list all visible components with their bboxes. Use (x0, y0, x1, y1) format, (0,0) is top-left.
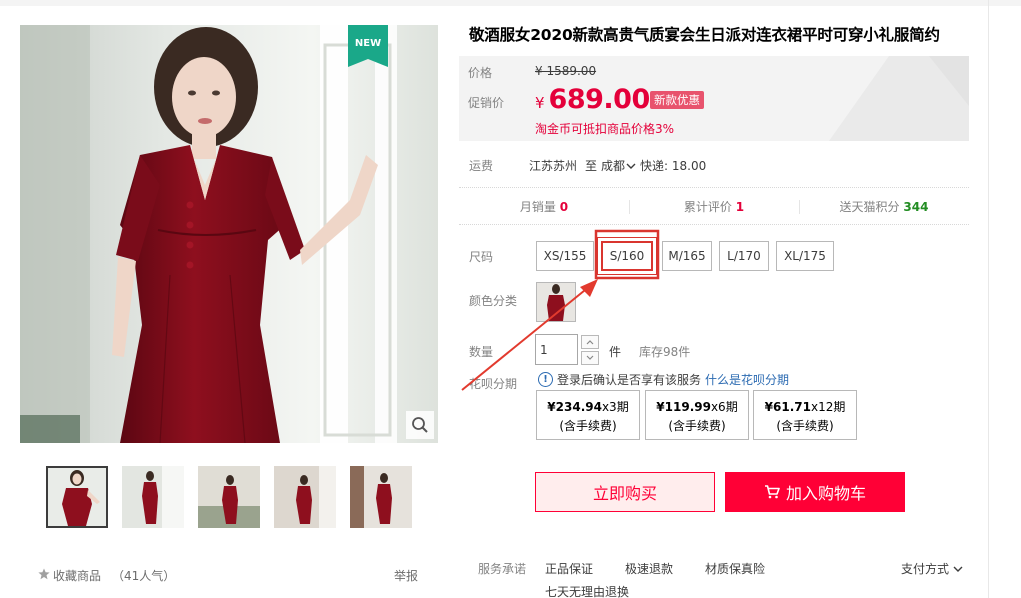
stat-monthly-sales: 月销量 0 (459, 198, 629, 215)
size-option-s[interactable]: S/160 (597, 237, 657, 275)
stat-reviews[interactable]: 累计评价 1 (629, 198, 799, 215)
thumbnail-4[interactable] (274, 466, 336, 528)
new-badge-text: NEW (355, 38, 381, 49)
plan-fee: (含手续费) (668, 419, 726, 433)
cart-icon (764, 485, 780, 499)
zoom-icon[interactable] (406, 411, 434, 439)
chevron-down-icon (953, 566, 963, 572)
up-arrow-icon[interactable] (581, 335, 599, 349)
stats-bar: 月销量 0 累计评价 1 送天猫积分 344 (459, 188, 969, 224)
divider (459, 224, 969, 225)
huabei-info-link[interactable]: 什么是花呗分期 (705, 371, 789, 388)
service-item[interactable]: 极速退款 (625, 560, 673, 577)
plan-amount: ¥61.71 (764, 400, 811, 414)
service-item[interactable]: 材质保真险 (705, 560, 765, 577)
down-arrow-icon[interactable] (581, 351, 599, 365)
huabei-label: 花呗分期 (469, 377, 518, 391)
payment-methods[interactable]: 支付方式 (901, 560, 963, 577)
size-option-l[interactable]: L/170 (719, 241, 769, 271)
product-title: 敬酒服女2020新款高贵气质宴会生日派对连衣裙平时可穿小礼服简约 (469, 26, 940, 44)
right-divider (988, 0, 989, 598)
express-fee: 快递: 18.00 (640, 159, 707, 173)
favorite-count: （41人气） (112, 569, 176, 583)
buy-now-button[interactable]: 立即购买 (535, 472, 715, 512)
tmall-coin-note: 淘金币可抵扣商品价格3% (535, 122, 675, 136)
plan-term: x3期 (601, 400, 629, 414)
plan-amount: ¥234.94 (547, 400, 602, 414)
ship-from: 江苏苏州 (529, 159, 578, 173)
monthly-sales-label: 月销量 (519, 199, 556, 214)
size-label: 尺码 (469, 250, 494, 264)
price-box-pattern (829, 56, 969, 141)
main-product-image[interactable]: NEW (20, 25, 438, 443)
thumbnail-2[interactable] (122, 466, 184, 528)
stock-count: 库存98件 (639, 345, 691, 359)
add-to-cart-label: 加入购物车 (785, 484, 866, 503)
plan-term: x12期 (810, 400, 846, 414)
plan-fee: (含手续费) (776, 419, 834, 433)
thumbnail-5[interactable] (350, 466, 412, 528)
ship-to-word: 至 (585, 159, 598, 173)
huabei-info: ! 登录后确认是否享有该服务 什么是花呗分期 (538, 371, 789, 388)
price-box: 价格 ¥ 1589.00 促销价 ¥ 689.00 新款优惠 淘金币可抵扣商品价… (459, 56, 969, 141)
promo-value: 689.00 (548, 84, 651, 115)
top-strip (0, 0, 1021, 6)
color-option[interactable] (536, 282, 576, 322)
orig-price: ¥ 1589.00 (535, 64, 597, 78)
ship-to-select[interactable]: 成都 (601, 157, 636, 174)
plan-amount: ¥119.99 (656, 400, 711, 414)
favorite-button[interactable]: 收藏商品 （41人气） (38, 567, 175, 584)
add-to-cart-button[interactable]: 加入购物车 (725, 472, 905, 512)
reviews-value: 1 (735, 199, 745, 214)
points-label: 送天猫积分 (839, 199, 900, 214)
quantity-input[interactable]: 1 (535, 334, 578, 365)
huabei-info-text: 登录后确认是否享有该服务 (557, 373, 702, 387)
plan-fee: (含手续费) (559, 419, 617, 433)
orig-price-label: 价格 (468, 66, 493, 80)
payment-label: 支付方式 (901, 562, 950, 576)
service-label: 服务承诺 (478, 562, 527, 576)
service-item[interactable]: 七天无理由退换 (545, 583, 629, 598)
new-badge: NEW (348, 25, 388, 67)
promo-price: ¥ 689.00 (535, 84, 650, 115)
thumbnail-1[interactable] (46, 466, 108, 528)
monthly-sales-value: 0 (559, 199, 569, 214)
thumbnail-3[interactable] (198, 466, 260, 528)
points-value: 344 (903, 199, 929, 214)
report-link[interactable]: 举报 (394, 567, 418, 584)
plan-term: x6期 (710, 400, 738, 414)
size-option-m[interactable]: M/165 (662, 241, 712, 271)
shipping-info: 江苏苏州 至 成都 快递: 18.00 (529, 157, 706, 174)
huabei-plan-3[interactable]: ¥234.94x3期 (含手续费) (536, 390, 640, 440)
dress-photo (20, 25, 438, 443)
quantity-unit: 件 (609, 345, 622, 359)
huabei-plan-12[interactable]: ¥61.71x12期 (含手续费) (753, 390, 857, 440)
shipping-label: 运费 (469, 159, 494, 173)
reviews-label: 累计评价 (683, 199, 732, 214)
service-item[interactable]: 正品保证 (545, 560, 593, 577)
info-icon: ! (538, 372, 553, 387)
promo-currency: ¥ (535, 94, 545, 112)
promo-price-label: 促销价 (468, 96, 505, 110)
star-icon (38, 568, 50, 583)
huabei-plan-6[interactable]: ¥119.99x6期 (含手续费) (645, 390, 749, 440)
ship-to: 成都 (601, 159, 626, 173)
color-label: 颜色分类 (469, 294, 518, 308)
favorite-label: 收藏商品 (53, 569, 102, 583)
stat-points: 送天猫积分 344 (799, 198, 969, 215)
chevron-down-icon (626, 163, 636, 169)
quantity-label: 数量 (469, 345, 494, 359)
size-option-xl[interactable]: XL/175 (776, 241, 834, 271)
size-option-xs[interactable]: XS/155 (536, 241, 594, 271)
promo-tag: 新款优惠 (650, 91, 704, 109)
